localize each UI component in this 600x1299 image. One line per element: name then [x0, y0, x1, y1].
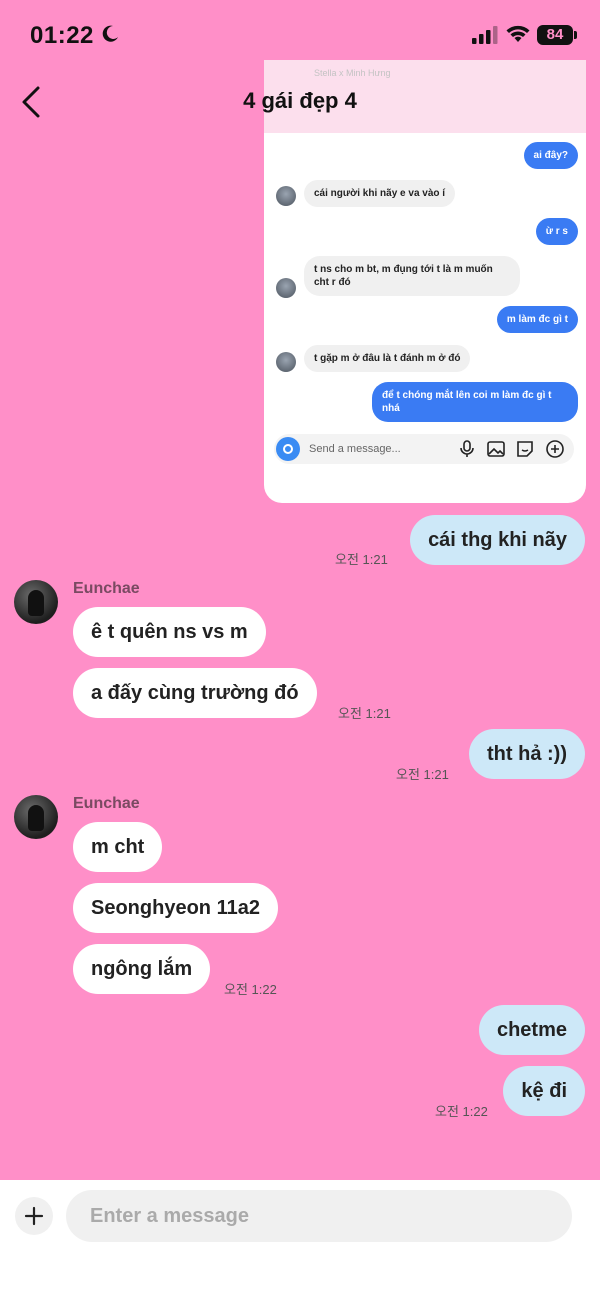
message-timestamp: 오전 1:21 — [338, 706, 391, 721]
moon-icon — [102, 25, 118, 42]
message-bubble-incoming[interactable]: ngông lắm — [73, 944, 211, 994]
chat-title: 4 gái đẹp 4 — [243, 88, 357, 113]
screenshot-message-out: ai đây? — [523, 142, 578, 169]
add-attachment-button[interactable] — [15, 1197, 53, 1235]
sender-name: Eunchae — [73, 580, 140, 597]
message-input[interactable] — [66, 1190, 572, 1242]
message-bubble-incoming[interactable]: m cht — [73, 822, 163, 872]
screenshot-input-placeholder: Send a message... — [309, 443, 401, 455]
battery-nub — [574, 31, 577, 39]
message-timestamp: 오전 1:22 — [435, 1104, 488, 1119]
message-bubble-outgoing[interactable]: tht hả :)) — [469, 729, 585, 779]
avatar[interactable] — [14, 580, 58, 624]
message-bubble-outgoing[interactable]: chetme — [478, 1005, 585, 1055]
status-time: 01:22 — [30, 22, 94, 49]
screenshot-message-in: t ns cho m bt, m đụng tới t là m muốn ch… — [304, 256, 520, 296]
message-bubble-incoming[interactable]: a đấy cùng trường đó — [73, 668, 317, 718]
message-bubble-outgoing[interactable]: cái thg khi nãy — [410, 515, 585, 565]
plus-icon — [24, 1206, 44, 1226]
screenshot-avatar — [276, 186, 296, 206]
screenshot-sticker-icon — [517, 441, 533, 457]
signal-icon — [472, 26, 498, 44]
screenshot-message-in: t gặp m ở đâu là t đánh m ở đó — [304, 345, 471, 372]
message-bubble-incoming[interactable]: Seonghyeon 11a2 — [73, 883, 278, 933]
message-timestamp: 오전 1:22 — [224, 982, 277, 997]
battery-indicator: 84 — [537, 25, 573, 45]
wifi-icon — [506, 25, 530, 42]
screenshot-add-icon — [546, 440, 564, 458]
sender-name: Eunchae — [73, 795, 140, 812]
message-timestamp: 오전 1:21 — [396, 767, 449, 782]
screenshot-avatar — [276, 278, 296, 298]
message-bubble-outgoing[interactable]: kệ đi — [503, 1066, 585, 1116]
message-timestamp: 오전 1:21 — [335, 552, 388, 567]
screenshot-avatar — [276, 352, 296, 372]
screenshot-message-out: ừ r s — [535, 218, 578, 245]
screenshot-message-out: m làm đc gì t — [496, 306, 578, 333]
screenshot-image-icon — [487, 441, 505, 457]
message-composer — [0, 1180, 600, 1299]
avatar[interactable] — [14, 795, 58, 839]
screenshot-message-in: cái người khi nãy e va vào í — [304, 180, 456, 207]
message-bubble-incoming[interactable]: ê t quên ns vs m — [73, 607, 266, 657]
chat-header: 4 gái đẹp 4 — [0, 70, 600, 134]
screenshot-mic-icon — [460, 440, 474, 457]
screenshot-camera-icon — [276, 437, 300, 461]
screenshot-message-out: để t chóng mắt lên coi m làm đc gì t nhá — [372, 382, 578, 422]
